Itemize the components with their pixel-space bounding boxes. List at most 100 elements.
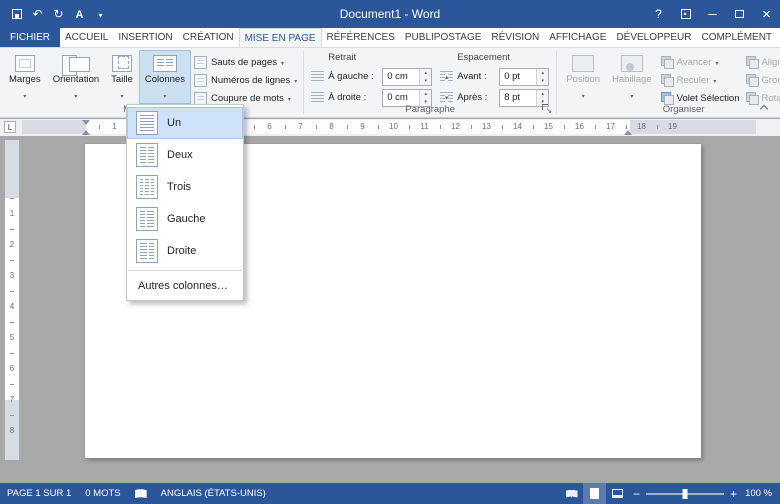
spin-up-icon[interactable] bbox=[420, 90, 431, 98]
chevron-down-icon bbox=[23, 85, 26, 103]
tab-insertion[interactable]: INSERTION bbox=[113, 28, 177, 47]
zoom-slider[interactable] bbox=[646, 493, 724, 495]
vertical-ruler: 1 2 3 4 5 6 7 8 bbox=[5, 140, 19, 460]
maximize-button[interactable] bbox=[726, 0, 753, 28]
space-before-spinner[interactable]: 0 pt bbox=[499, 68, 549, 86]
tab-developpeur[interactable]: DÉVELOPPEUR bbox=[611, 28, 696, 47]
chevron-down-icon bbox=[74, 85, 77, 103]
indent-left-icon bbox=[311, 71, 324, 82]
help-button[interactable] bbox=[645, 0, 672, 28]
menu-item-gauche[interactable]: Gauche bbox=[127, 203, 243, 235]
save-button[interactable] bbox=[7, 5, 26, 24]
tab-references[interactable]: RÉFÉRENCES bbox=[322, 28, 400, 47]
apres-label: Après : bbox=[457, 92, 495, 103]
web-layout-button[interactable] bbox=[606, 483, 629, 504]
marges-button[interactable]: Marges bbox=[3, 50, 47, 104]
indent-left-spinner[interactable]: 0 cm bbox=[382, 68, 432, 86]
tab-fichier[interactable]: FICHIER bbox=[0, 28, 60, 47]
zoom-in-button[interactable]: + bbox=[726, 487, 741, 501]
aligner-button[interactable]: Aligner bbox=[743, 53, 780, 71]
columns-left-icon bbox=[136, 207, 158, 231]
print-layout-button[interactable] bbox=[583, 483, 606, 504]
paragraph-dialog-launcher[interactable] bbox=[541, 103, 552, 114]
page-count[interactable]: PAGE 1 SUR 1 bbox=[0, 483, 78, 504]
close-icon bbox=[762, 6, 771, 23]
redo-button[interactable] bbox=[49, 5, 68, 24]
right-indent-marker[interactable] bbox=[624, 126, 632, 135]
window-controls bbox=[645, 0, 780, 28]
tab-creation[interactable]: CRÉATION bbox=[178, 28, 239, 47]
zoom-slider-thumb[interactable] bbox=[683, 489, 688, 499]
indent-right-icon bbox=[311, 92, 324, 103]
ribbon-display-options-button[interactable] bbox=[672, 0, 699, 28]
spin-down-icon[interactable] bbox=[420, 77, 431, 85]
grouper-button[interactable]: Grouper bbox=[743, 71, 780, 89]
page-setup-small-buttons: Sauts de pages Numéros de lignes Coupure… bbox=[191, 50, 300, 107]
columns-three-icon bbox=[136, 175, 158, 199]
tab-complement[interactable]: COMPLÉMENT bbox=[696, 28, 777, 47]
habillage-button[interactable]: Habillage bbox=[606, 50, 658, 104]
send-backward-icon bbox=[661, 74, 673, 86]
columns-icon bbox=[153, 55, 177, 72]
menu-item-trois[interactable]: Trois bbox=[127, 171, 243, 203]
tab-mise-en-page[interactable]: MISE EN PAGE bbox=[239, 28, 322, 48]
read-mode-button[interactable] bbox=[560, 483, 583, 504]
language-status[interactable]: ANGLAIS (ÉTATS-UNIS) bbox=[154, 483, 273, 504]
page-break-icon bbox=[194, 56, 207, 69]
columns-right-icon bbox=[136, 239, 158, 263]
hanging-indent-marker[interactable] bbox=[82, 126, 90, 135]
minimize-button[interactable] bbox=[699, 0, 726, 28]
group-arrange: Position Habillage Avancer Reculer bbox=[557, 48, 780, 117]
orientation-button[interactable]: Orientation bbox=[47, 50, 105, 104]
colonnes-button[interactable]: Colonnes bbox=[139, 50, 191, 104]
undo-button[interactable] bbox=[28, 5, 47, 24]
zoom-out-button[interactable]: − bbox=[629, 487, 644, 501]
chevron-down-icon bbox=[630, 85, 633, 103]
tab-affichage[interactable]: AFFICHAGE bbox=[544, 28, 611, 47]
word-count[interactable]: 0 MOTS bbox=[78, 483, 127, 504]
spin-down-icon[interactable] bbox=[537, 77, 548, 85]
columns-one-icon bbox=[136, 111, 158, 135]
menu-item-autres-colonnes[interactable]: Autres colonnes… bbox=[127, 274, 243, 298]
tab-stop-selector[interactable] bbox=[4, 121, 16, 133]
avancer-button[interactable]: Avancer bbox=[658, 53, 743, 71]
minimize-icon bbox=[708, 14, 717, 15]
menu-item-droite[interactable]: Droite bbox=[127, 235, 243, 267]
sauts-de-pages-button[interactable]: Sauts de pages bbox=[191, 53, 300, 71]
style-button[interactable] bbox=[70, 5, 89, 24]
spin-up-icon[interactable] bbox=[537, 90, 548, 98]
menu-item-deux[interactable]: Deux bbox=[127, 139, 243, 171]
proofing-icon bbox=[135, 489, 147, 498]
close-button[interactable] bbox=[753, 0, 780, 28]
columns-two-icon bbox=[136, 143, 158, 167]
collapse-ribbon-button[interactable] bbox=[756, 101, 772, 113]
numeros-de-lignes-button[interactable]: Numéros de lignes bbox=[191, 71, 300, 89]
style-icon bbox=[76, 7, 84, 21]
zoom-level[interactable]: 100 % bbox=[741, 488, 780, 499]
reculer-button[interactable]: Reculer bbox=[658, 71, 743, 89]
title-bar: Document1 - Word bbox=[0, 0, 780, 28]
bring-forward-icon bbox=[661, 56, 673, 68]
group-label-paragraph: Paragraphe bbox=[304, 104, 556, 115]
ribbon-tab-row: FICHIER ACCUEIL INSERTION CRÉATION MISE … bbox=[0, 28, 780, 48]
proofing-status[interactable] bbox=[128, 483, 154, 504]
line-numbers-icon bbox=[194, 74, 207, 87]
position-button[interactable]: Position bbox=[560, 50, 606, 104]
taille-button[interactable]: Taille bbox=[105, 50, 139, 104]
chevron-down-icon bbox=[294, 75, 297, 86]
position-icon bbox=[572, 55, 594, 72]
a-gauche-label: À gauche : bbox=[328, 71, 378, 82]
menu-item-un[interactable]: Un bbox=[127, 107, 243, 139]
ribbon-options-icon bbox=[681, 9, 691, 19]
align-icon bbox=[746, 56, 758, 68]
spin-up-icon[interactable] bbox=[420, 69, 431, 77]
spin-up-icon[interactable] bbox=[537, 69, 548, 77]
customize-qat-button[interactable] bbox=[91, 5, 110, 24]
tab-publipostage[interactable]: PUBLIPOSTAGE bbox=[400, 28, 487, 47]
text-wrap-icon bbox=[621, 55, 643, 72]
chevron-down-icon bbox=[715, 57, 718, 68]
space-before-icon bbox=[440, 71, 453, 82]
tab-revision[interactable]: RÉVISION bbox=[486, 28, 544, 47]
redo-icon bbox=[53, 7, 63, 21]
tab-accueil[interactable]: ACCUEIL bbox=[60, 28, 113, 47]
